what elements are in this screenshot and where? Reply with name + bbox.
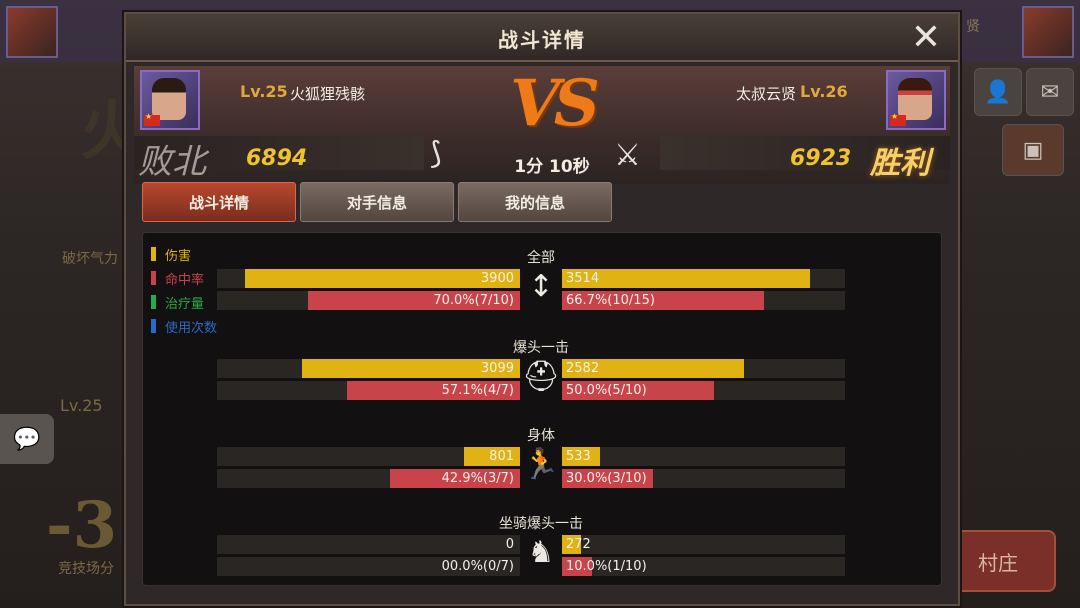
right-hit-rate-value: 66.7%(10/15)	[566, 293, 655, 308]
right-damage-bar	[562, 269, 810, 288]
legend-label-uses: 使用次数	[165, 321, 218, 336]
modal-title: 战斗详情	[498, 28, 586, 52]
horse-icon: ♞	[527, 535, 555, 570]
bow-icon: ⟆	[430, 136, 442, 171]
left-hit-rate-value: 00.0%(0/7)	[441, 559, 514, 574]
right-player-avatar[interactable]	[886, 70, 946, 130]
right-damage-track	[562, 447, 845, 466]
stat-group-title: 全部	[527, 250, 555, 266]
match-duration: 1分 10秒	[514, 157, 590, 177]
modal-title-bar: 战斗详情 ✕	[126, 14, 958, 62]
left-hit-rate-value: 42.9%(3/7)	[441, 471, 514, 486]
chat-icon[interactable]: 💬	[0, 414, 54, 464]
background-left-avatar	[6, 6, 58, 58]
right-damage-track	[562, 535, 845, 554]
legend-label-healing: 治疗量	[165, 297, 205, 312]
crossed-swords-icon: ⚔	[614, 138, 641, 173]
left-damage-value: 3900	[480, 271, 514, 286]
left-player-level: Lv.25	[240, 82, 288, 101]
right-result-label: 胜利	[870, 146, 930, 181]
left-hit-rate-value: 57.1%(4/7)	[441, 383, 514, 398]
stat-group-title: 身体	[527, 428, 555, 444]
left-damage-value: 3099	[480, 361, 514, 376]
tab-my-info[interactable]: 我的信息	[458, 182, 612, 222]
background-arena-label: 竞技场分	[58, 561, 114, 577]
stat-group-title: 爆头一击	[513, 340, 569, 356]
body-icon: 🏃	[522, 447, 560, 482]
legend-swatch-uses	[151, 319, 156, 333]
right-hit-rate-value: 10.0%(1/10)	[566, 559, 647, 574]
arrow-icon: ↕	[528, 269, 554, 304]
background-label-break: 破坏气力	[62, 251, 118, 267]
left-result-label: 败北	[138, 142, 206, 182]
background-level: Lv.25	[60, 396, 103, 415]
stat-group-title: 坐骑爆头一击	[499, 516, 583, 532]
stats-panel: 伤害 命中率 治疗量 使用次数 全部 3900 3514 70.0%(7/10) 66.…	[142, 232, 942, 586]
right-player-score: 6923	[790, 146, 852, 171]
chest-icon[interactable]: ▣	[1002, 124, 1064, 176]
left-player-score: 6894	[246, 146, 308, 171]
right-hit-rate-value: 30.0%(3/10)	[566, 471, 647, 486]
mail-icon[interactable]: ✉	[1026, 68, 1074, 116]
left-player-avatar[interactable]	[140, 70, 200, 130]
legend-swatch-hit-rate	[151, 271, 156, 285]
left-hit-rate-value: 70.0%(7/10)	[433, 293, 514, 308]
left-avatar-portrait	[152, 78, 186, 120]
legend-swatch-damage	[151, 247, 156, 261]
battle-detail-modal: 战斗详情 ✕ Lv.25 火狐狸残骸 败北 6894 ⟆ VS 1分 10秒 ⚔…	[124, 12, 960, 606]
right-damage-value: 272	[566, 537, 591, 552]
china-flag-icon	[890, 112, 906, 126]
helmet-icon: ⛑	[521, 359, 561, 394]
legend-swatch-healing	[151, 295, 156, 309]
add-friend-icon[interactable]: 👤	[974, 68, 1022, 116]
legend-label-damage: 伤害	[165, 249, 192, 264]
background-right-name: 贤	[966, 19, 980, 35]
right-damage-value: 3514	[566, 271, 600, 286]
right-player-name: 太叔云贤	[736, 85, 797, 103]
close-icon[interactable]: ✕	[906, 18, 946, 58]
right-player-level: Lv.26	[800, 82, 848, 101]
tab-opponent-info[interactable]: 对手信息	[300, 182, 454, 222]
china-flag-icon	[144, 112, 160, 126]
tab-battle-detail[interactable]: 战斗详情	[142, 182, 296, 222]
left-damage-value: 801	[489, 449, 514, 464]
right-avatar-portrait	[898, 78, 932, 120]
left-player-name: 火狐狸残骸	[290, 85, 366, 103]
vs-emblem: VS	[510, 66, 600, 141]
background-right-avatar	[1022, 6, 1074, 58]
right-damage-value: 533	[566, 449, 591, 464]
right-hit-rate-value: 50.0%(5/10)	[566, 383, 647, 398]
left-damage-value: 0	[505, 537, 514, 552]
legend-label-hit-rate: 命中率	[165, 273, 205, 288]
match-header: Lv.25 火狐狸残骸 败北 6894 ⟆ VS 1分 10秒 ⚔ 6923 太…	[134, 66, 950, 184]
right-damage-value: 2582	[566, 361, 600, 376]
